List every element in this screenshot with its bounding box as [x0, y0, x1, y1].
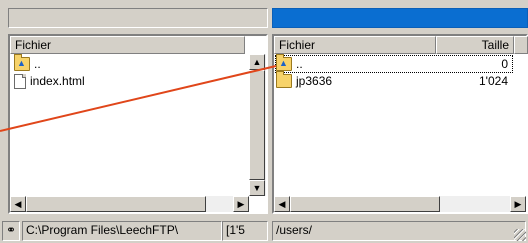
scroll-down-button[interactable]: ▼ — [249, 180, 265, 196]
scroll-thumb[interactable] — [26, 196, 206, 212]
folder-icon — [276, 71, 292, 88]
remote-pane: Fichier Taille .. 0 jp3636 1'024 ◀ ▶ — [272, 8, 528, 214]
local-row-updir[interactable]: .. — [14, 54, 41, 72]
scroll-left-button[interactable]: ◀ — [10, 196, 26, 212]
remote-column-header-extra[interactable] — [514, 36, 528, 54]
up-folder-icon — [276, 54, 292, 71]
remote-row-size: 1'024 — [479, 74, 508, 88]
local-file-list[interactable]: Fichier .. index.html ▲ ▼ ◀ ▶ — [8, 34, 268, 214]
local-pane-titlebar[interactable] — [8, 8, 268, 28]
remote-pane-titlebar[interactable] — [272, 8, 528, 28]
scroll-right-button[interactable]: ▶ — [510, 196, 526, 212]
local-row-file[interactable]: index.html — [14, 73, 85, 89]
local-path-field: C:\Program Files\LeechFTP\ — [22, 221, 222, 241]
scroll-thumb[interactable] — [290, 196, 440, 212]
remote-path-text: /users/ — [276, 223, 313, 237]
scroll-up-button[interactable]: ▲ — [249, 54, 265, 70]
resize-grip-icon[interactable] — [514, 229, 526, 241]
remote-row-folder[interactable]: jp3636 1'024 — [276, 71, 512, 89]
local-horizontal-scrollbar[interactable]: ◀ ▶ — [10, 196, 249, 212]
up-folder-icon — [14, 54, 30, 71]
local-extra-text: [1'5 — [226, 223, 245, 237]
file-icon — [14, 73, 26, 89]
local-row-name: .. — [34, 57, 41, 71]
scroll-right-button[interactable]: ▶ — [233, 196, 249, 212]
remote-row-name: jp3636 — [296, 74, 333, 88]
scroll-left-button[interactable]: ◀ — [274, 196, 290, 212]
remote-path-field: /users/ — [272, 221, 526, 241]
local-vertical-scrollbar[interactable]: ▲ ▼ — [249, 54, 266, 196]
local-info-field: [1'5 — [222, 221, 268, 241]
status-bar: ⚭ C:\Program Files\LeechFTP\ [1'5 /users… — [0, 218, 528, 243]
remote-horizontal-scrollbar[interactable]: ◀ ▶ — [274, 196, 526, 212]
local-pane: Fichier .. index.html ▲ ▼ ◀ ▶ — [8, 8, 268, 214]
link-icon: ⚭ — [2, 221, 20, 241]
remote-file-list[interactable]: Fichier Taille .. 0 jp3636 1'024 ◀ ▶ — [272, 34, 528, 214]
local-row-name: index.html — [30, 74, 85, 88]
scroll-thumb[interactable] — [249, 70, 265, 180]
remote-row-size: 0 — [501, 57, 508, 71]
remote-row-updir[interactable]: .. 0 — [275, 54, 513, 73]
local-path-text: C:\Program Files\LeechFTP\ — [26, 223, 179, 237]
local-column-header-name[interactable]: Fichier — [10, 36, 245, 54]
remote-row-name: .. — [296, 57, 303, 71]
remote-column-header-name[interactable]: Fichier — [274, 36, 436, 54]
remote-column-header-size[interactable]: Taille — [436, 36, 514, 54]
ftp-client-window: Fichier .. index.html ▲ ▼ ◀ ▶ — [0, 0, 528, 243]
